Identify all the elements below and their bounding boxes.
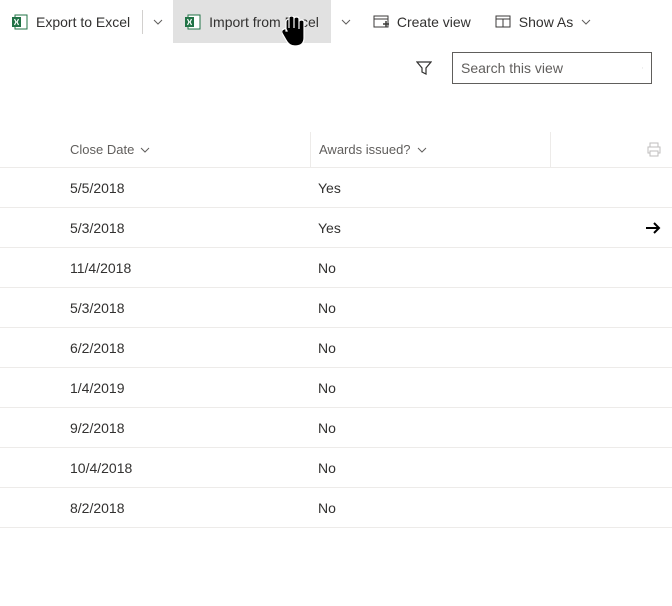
table-row[interactable]: 5/3/2018Yes bbox=[0, 208, 672, 248]
cell-awards-issued: No bbox=[310, 300, 550, 316]
search-box[interactable] bbox=[452, 52, 652, 84]
chevron-down-icon bbox=[581, 17, 591, 27]
cell-awards-issued: No bbox=[310, 460, 550, 476]
cell-close-date: 5/5/2018 bbox=[0, 180, 310, 196]
excel-icon bbox=[185, 14, 201, 30]
column-header-close-date[interactable]: Close Date bbox=[70, 142, 134, 157]
chevron-down-icon bbox=[341, 17, 351, 27]
table-row[interactable]: 6/2/2018No bbox=[0, 328, 672, 368]
cell-close-date: 5/3/2018 bbox=[0, 300, 310, 316]
excel-icon bbox=[12, 14, 28, 30]
export-dropdown-button[interactable] bbox=[143, 0, 173, 43]
chevron-down-icon bbox=[153, 17, 163, 27]
table-row[interactable]: 1/4/2019No bbox=[0, 368, 672, 408]
cell-close-date: 11/4/2018 bbox=[0, 260, 310, 276]
table-header: Close Date Awards issued? bbox=[0, 132, 672, 168]
print-icon[interactable] bbox=[646, 142, 662, 158]
chevron-down-icon[interactable] bbox=[417, 145, 427, 155]
cell-awards-issued: Yes bbox=[310, 220, 550, 236]
import-from-excel-button[interactable]: Import from Excel bbox=[173, 0, 331, 43]
cell-actions bbox=[550, 219, 672, 237]
arrow-right-icon[interactable] bbox=[644, 219, 662, 237]
create-view-label: Create view bbox=[397, 14, 471, 30]
search-input[interactable] bbox=[461, 60, 642, 76]
column-header-awards-issued[interactable]: Awards issued? bbox=[319, 142, 411, 157]
cell-awards-issued: No bbox=[310, 380, 550, 396]
cell-close-date: 8/2/2018 bbox=[0, 500, 310, 516]
table-row[interactable]: 5/3/2018No bbox=[0, 288, 672, 328]
import-dropdown-button[interactable] bbox=[331, 0, 361, 43]
table-row[interactable]: 9/2/2018No bbox=[0, 408, 672, 448]
create-view-icon bbox=[373, 14, 389, 30]
export-to-excel-button[interactable]: Export to Excel bbox=[0, 0, 142, 43]
cell-close-date: 10/4/2018 bbox=[0, 460, 310, 476]
show-as-label: Show As bbox=[519, 14, 573, 30]
export-label: Export to Excel bbox=[36, 14, 130, 30]
table-row[interactable]: 10/4/2018No bbox=[0, 448, 672, 488]
create-view-button[interactable]: Create view bbox=[361, 0, 483, 43]
search-bar-row bbox=[0, 44, 672, 92]
cell-awards-issued: No bbox=[310, 500, 550, 516]
cell-close-date: 5/3/2018 bbox=[0, 220, 310, 236]
cell-awards-issued: No bbox=[310, 340, 550, 356]
search-icon bbox=[642, 60, 643, 76]
cell-awards-issued: No bbox=[310, 420, 550, 436]
cell-close-date: 6/2/2018 bbox=[0, 340, 310, 356]
cell-awards-issued: Yes bbox=[310, 180, 550, 196]
command-bar: Export to Excel Import from Excel Create… bbox=[0, 0, 672, 44]
cell-close-date: 9/2/2018 bbox=[0, 420, 310, 436]
filter-icon bbox=[416, 60, 432, 76]
table-row[interactable]: 5/5/2018Yes bbox=[0, 168, 672, 208]
import-label: Import from Excel bbox=[209, 14, 319, 30]
show-as-icon bbox=[495, 14, 511, 30]
table-row[interactable]: 8/2/2018No bbox=[0, 488, 672, 528]
table-row[interactable]: 11/4/2018No bbox=[0, 248, 672, 288]
chevron-down-icon[interactable] bbox=[140, 145, 150, 155]
cell-close-date: 1/4/2019 bbox=[0, 380, 310, 396]
cell-awards-issued: No bbox=[310, 260, 550, 276]
table-body: 5/5/2018Yes5/3/2018Yes11/4/2018No5/3/201… bbox=[0, 168, 672, 528]
show-as-button[interactable]: Show As bbox=[483, 0, 603, 43]
filter-button[interactable] bbox=[408, 52, 440, 84]
